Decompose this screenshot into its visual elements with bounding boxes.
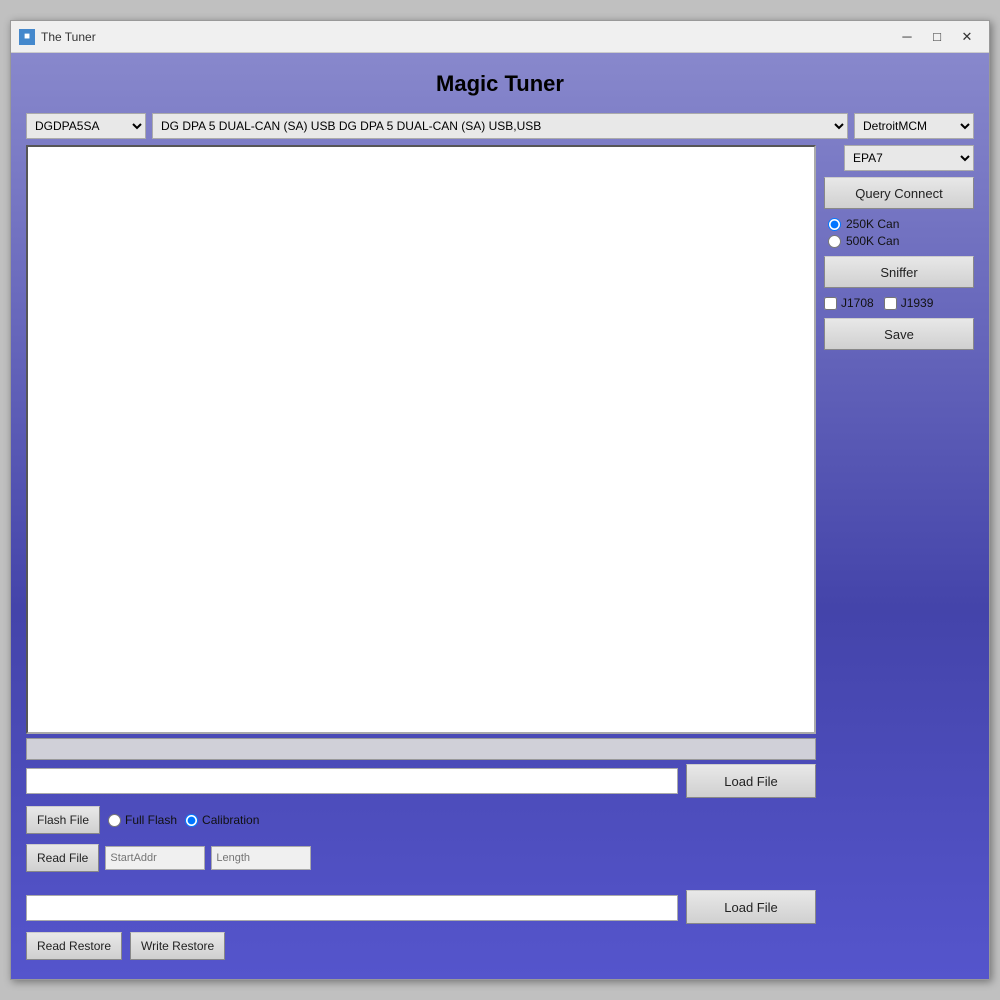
app-title: Magic Tuner xyxy=(26,63,974,107)
main-area: Load File Flash File Full Flash Calibrat… xyxy=(26,145,974,964)
read-file-row: Read File xyxy=(26,842,816,874)
250k-radio[interactable] xyxy=(828,218,841,231)
250k-radio-label[interactable]: 250K Can xyxy=(828,217,970,231)
minimize-button[interactable]: ─ xyxy=(893,25,921,49)
ecu-select[interactable]: DetroitMCM xyxy=(854,113,974,139)
write-restore-button[interactable]: Write Restore xyxy=(130,932,225,960)
j1708-checkbox-label[interactable]: J1708 xyxy=(824,296,874,310)
main-content: Magic Tuner DGDPA5SA DG DPA 5 DUAL-CAN (… xyxy=(11,53,989,979)
right-panel: EPA7 Query Connect 250K Can 500K Can xyxy=(824,145,974,964)
epa-select[interactable]: EPA7 xyxy=(844,145,974,171)
flash-file-button[interactable]: Flash File xyxy=(26,806,100,834)
maximize-button[interactable]: □ xyxy=(923,25,951,49)
left-panel: Load File Flash File Full Flash Calibrat… xyxy=(26,145,816,964)
load-file-row-2: Load File xyxy=(26,890,816,924)
500k-radio[interactable] xyxy=(828,235,841,248)
top-toolbar: DGDPA5SA DG DPA 5 DUAL-CAN (SA) USB DG D… xyxy=(26,113,974,139)
device-select[interactable]: DGDPA5SA xyxy=(26,113,146,139)
calibration-label: Calibration xyxy=(202,813,259,827)
flash-file-row: Flash File Full Flash Calibration xyxy=(26,802,816,838)
start-addr-input[interactable] xyxy=(105,846,205,870)
adapter-select[interactable]: DG DPA 5 DUAL-CAN (SA) USB DG DPA 5 DUAL… xyxy=(152,113,848,139)
close-button[interactable]: ✕ xyxy=(953,25,981,49)
read-file-button[interactable]: Read File xyxy=(26,844,99,872)
save-button[interactable]: Save xyxy=(824,318,974,350)
500k-label: 500K Can xyxy=(846,234,899,248)
calibration-radio-label[interactable]: Calibration xyxy=(185,813,259,827)
titlebar-title: The Tuner xyxy=(41,30,893,44)
full-flash-radio[interactable] xyxy=(108,814,121,827)
read-restore-button[interactable]: Read Restore xyxy=(26,932,122,960)
file-path-display-2 xyxy=(26,895,678,921)
window-controls: ─ □ ✕ xyxy=(893,25,981,49)
restore-row: Read Restore Write Restore xyxy=(26,928,816,964)
file-path-display-1 xyxy=(26,768,678,794)
length-input[interactable] xyxy=(211,846,311,870)
epa-row: EPA7 xyxy=(824,145,974,171)
j1939-checkbox[interactable] xyxy=(884,297,897,310)
titlebar: ■ The Tuner ─ □ ✕ xyxy=(11,21,989,53)
j1708-label: J1708 xyxy=(841,296,874,310)
log-area xyxy=(26,145,816,734)
query-connect-button[interactable]: Query Connect xyxy=(824,177,974,209)
load-file-button-1[interactable]: Load File xyxy=(686,764,816,798)
protocol-checkbox-row: J1708 J1939 xyxy=(824,294,974,312)
load-file-row-1: Load File xyxy=(26,764,816,798)
250k-label: 250K Can xyxy=(846,217,899,231)
j1939-checkbox-label[interactable]: J1939 xyxy=(884,296,934,310)
sniffer-button[interactable]: Sniffer xyxy=(824,256,974,288)
progress-bar-1 xyxy=(26,738,816,760)
spacer-1 xyxy=(26,878,816,886)
calibration-radio[interactable] xyxy=(185,814,198,827)
app-icon: ■ xyxy=(19,29,35,45)
load-file-button-2[interactable]: Load File xyxy=(686,890,816,924)
main-window: ■ The Tuner ─ □ ✕ Magic Tuner DGDPA5SA D… xyxy=(10,20,990,980)
full-flash-label: Full Flash xyxy=(125,813,177,827)
can-speed-group: 250K Can 500K Can xyxy=(824,215,974,250)
j1939-label: J1939 xyxy=(901,296,934,310)
j1708-checkbox[interactable] xyxy=(824,297,837,310)
full-flash-radio-label[interactable]: Full Flash xyxy=(108,813,177,827)
500k-radio-label[interactable]: 500K Can xyxy=(828,234,970,248)
